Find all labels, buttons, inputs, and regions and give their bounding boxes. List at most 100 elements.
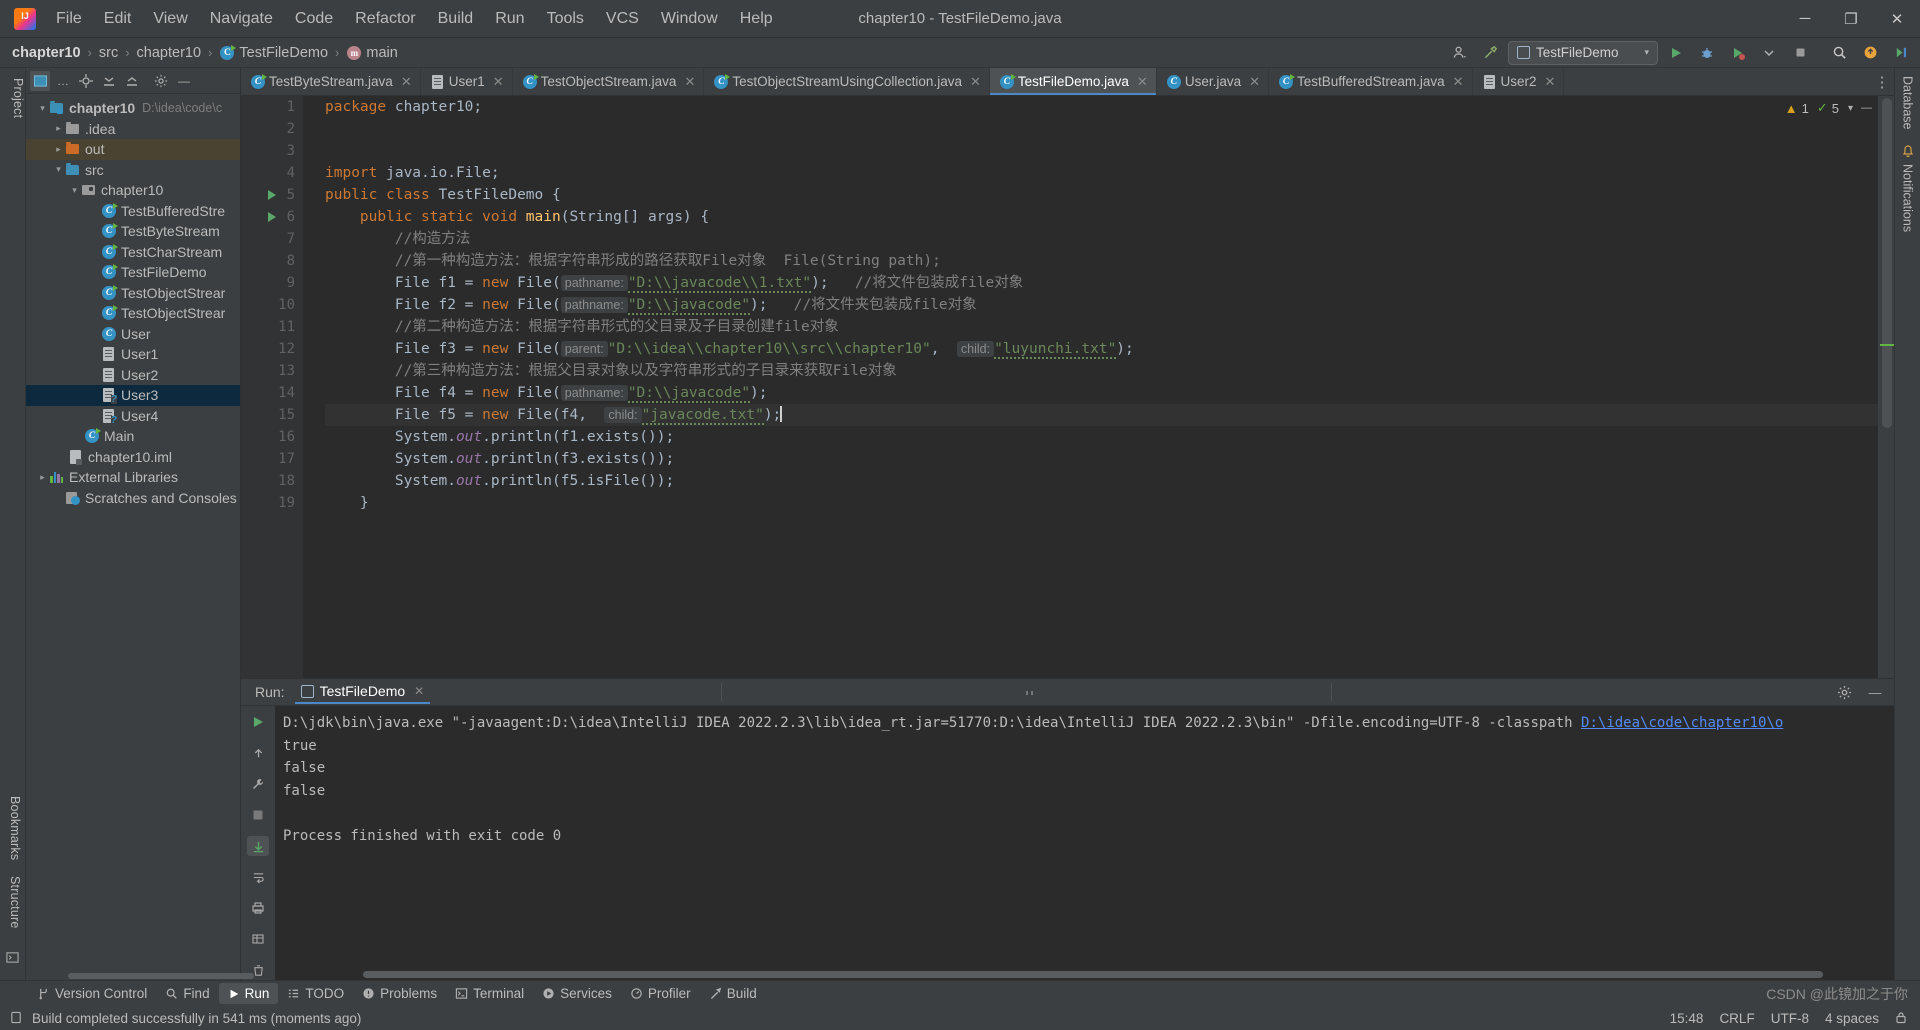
tree-node-out[interactable]: ▸ out bbox=[26, 139, 240, 160]
lock-icon[interactable] bbox=[1895, 1011, 1908, 1025]
menu-refactor[interactable]: Refactor bbox=[345, 6, 425, 32]
tree-node-idea[interactable]: ▸ .idea bbox=[26, 119, 240, 140]
menu-build[interactable]: Build bbox=[428, 6, 484, 32]
menu-vcs[interactable]: VCS bbox=[596, 6, 649, 32]
status-encoding[interactable]: UTF-8 bbox=[1771, 1011, 1809, 1026]
console-horizontal-scrollbar[interactable] bbox=[275, 968, 1894, 980]
breadcrumb-src[interactable]: src bbox=[99, 45, 118, 61]
close-icon[interactable]: ✕ bbox=[493, 74, 504, 90]
collapse-all-icon[interactable] bbox=[122, 71, 142, 91]
code-text-area[interactable]: package chapter10; import java.io.File; … bbox=[303, 96, 1894, 678]
more-options-icon[interactable]: … bbox=[53, 71, 73, 91]
close-icon[interactable]: ✕ bbox=[1453, 74, 1464, 90]
stripe-item-profiler[interactable]: Profiler bbox=[621, 983, 700, 1004]
code-editor[interactable]: 1 2 3 4 5 6 7 8 9 10 11 12 13 14 15 16 1 bbox=[241, 96, 1894, 678]
rail-item-notifications[interactable]: Notifications bbox=[1901, 164, 1915, 232]
close-icon[interactable]: ✕ bbox=[414, 684, 424, 698]
tree-node-testobjectstreamusingcollection[interactable]: C TestObjectStrear bbox=[26, 303, 240, 324]
breadcrumb-chapter10-module[interactable]: chapter10 bbox=[12, 45, 81, 61]
editor-tab-testobjectstream[interactable]: C TestObjectStream.java ✕ bbox=[513, 68, 705, 95]
rerun-icon[interactable] bbox=[247, 712, 269, 732]
tree-node-user1[interactable]: User1 bbox=[26, 344, 240, 365]
notifications-bell-icon[interactable] bbox=[1901, 144, 1915, 158]
run-tab-testfiledemo[interactable]: TestFileDemo ✕ bbox=[294, 681, 431, 704]
close-icon[interactable]: ✕ bbox=[1249, 74, 1260, 90]
editor-tab-user-java[interactable]: C User.java ✕ bbox=[1157, 68, 1270, 95]
menu-file[interactable]: File bbox=[46, 6, 92, 32]
tree-node-testcharstream[interactable]: C TestCharStream bbox=[26, 242, 240, 263]
editor-tab-user1[interactable]: User1 ✕ bbox=[421, 68, 513, 95]
tree-node-chapter10-module[interactable]: ▾ chapter10 D:\idea\code\c bbox=[26, 98, 240, 119]
stop-icon[interactable] bbox=[247, 805, 269, 825]
menu-help[interactable]: Help bbox=[730, 6, 783, 32]
run-gutter-icon[interactable] bbox=[268, 212, 276, 222]
stripe-item-find[interactable]: Find bbox=[156, 983, 218, 1004]
build-hammer-icon[interactable] bbox=[1477, 41, 1503, 65]
chevron-down-icon[interactable]: ▾ bbox=[36, 103, 49, 114]
status-indent[interactable]: 4 spaces bbox=[1825, 1011, 1879, 1026]
editor-gutter[interactable]: 1 2 3 4 5 6 7 8 9 10 11 12 13 14 15 16 1 bbox=[241, 96, 303, 678]
breadcrumb-chapter10-package[interactable]: chapter10 bbox=[137, 45, 202, 61]
more-run-options-chevron-down-icon[interactable] bbox=[1756, 41, 1782, 65]
table-icon[interactable] bbox=[247, 929, 269, 949]
close-icon[interactable]: ✕ bbox=[1137, 74, 1148, 90]
settings-gear-icon[interactable] bbox=[1833, 682, 1855, 702]
hide-icon[interactable]: — bbox=[1861, 102, 1872, 114]
editor-marker-ok[interactable] bbox=[1880, 344, 1894, 346]
updates-icon[interactable] bbox=[1857, 41, 1883, 65]
tree-node-user4[interactable]: User4 bbox=[26, 406, 240, 427]
editor-tab-testbytestream[interactable]: C TestByteStream.java ✕ bbox=[241, 68, 421, 95]
menu-edit[interactable]: Edit bbox=[94, 6, 142, 32]
tree-node-scratches-and-consoles[interactable]: Scratches and Consoles bbox=[26, 488, 240, 509]
chevron-down-icon[interactable]: ▾ bbox=[52, 164, 65, 175]
editor-tab-user2[interactable]: User2 ✕ bbox=[1473, 68, 1565, 95]
tree-node-user3[interactable]: User3 bbox=[26, 385, 240, 406]
close-icon[interactable]: ✕ bbox=[401, 74, 412, 90]
menu-tools[interactable]: Tools bbox=[537, 6, 594, 32]
menu-view[interactable]: View bbox=[143, 6, 197, 32]
terminal-rail-icon[interactable] bbox=[6, 951, 19, 964]
run-button[interactable] bbox=[1663, 41, 1689, 65]
stripe-item-run[interactable]: Run bbox=[218, 983, 279, 1004]
settings-gear-icon[interactable] bbox=[151, 71, 171, 91]
run-configuration-selector[interactable]: TestFileDemo ▾ bbox=[1508, 40, 1658, 65]
wrench-icon[interactable] bbox=[247, 774, 269, 794]
soft-wrap-icon[interactable] bbox=[247, 867, 269, 887]
close-icon[interactable]: ✕ bbox=[970, 74, 981, 90]
search-everywhere-icon[interactable] bbox=[1826, 41, 1852, 65]
editor-scrollbar[interactable] bbox=[1878, 96, 1894, 678]
scroll-to-end-icon[interactable] bbox=[247, 836, 269, 856]
console-classpath-link[interactable]: D:\idea\code\chapter10\o bbox=[1581, 715, 1783, 731]
stripe-item-build[interactable]: Build bbox=[700, 983, 766, 1004]
tree-node-chapter10-iml[interactable]: chapter10.iml bbox=[26, 447, 240, 468]
tree-node-testbufferedstream[interactable]: C TestBufferedStre bbox=[26, 201, 240, 222]
tree-node-user[interactable]: C User bbox=[26, 324, 240, 345]
project-view-selector-icon[interactable] bbox=[30, 70, 50, 91]
stripe-item-terminal[interactable]: Terminal bbox=[446, 983, 533, 1004]
stripe-item-version-control[interactable]: Version Control bbox=[28, 983, 156, 1004]
breadcrumb-main-method[interactable]: m main bbox=[346, 45, 398, 61]
hide-tool-window-icon[interactable]: — bbox=[1864, 682, 1886, 702]
editor-tab-testobjectstreamusingcollection[interactable]: C TestObjectStreamUsingCollection.java ✕ bbox=[704, 68, 990, 95]
project-tree[interactable]: ▾ chapter10 D:\idea\code\c ▸ .idea ▸ out bbox=[26, 94, 240, 971]
rail-item-project[interactable]: Project bbox=[5, 68, 25, 118]
tree-node-src[interactable]: ▾ src bbox=[26, 160, 240, 181]
run-gutter-icon[interactable] bbox=[268, 190, 276, 200]
chevron-right-icon[interactable]: ▸ bbox=[52, 144, 65, 155]
maximize-button[interactable]: ❐ bbox=[1828, 0, 1874, 38]
chevron-down-icon[interactable]: ▾ bbox=[68, 185, 81, 196]
tree-node-external-libraries[interactable]: ▸ External Libraries bbox=[26, 467, 240, 488]
ide-and-project-settings-icon[interactable] bbox=[1888, 41, 1914, 65]
scroll-up-icon[interactable] bbox=[247, 743, 269, 763]
project-tree-horizontal-scrollbar[interactable] bbox=[26, 971, 254, 980]
rail-item-bookmarks[interactable]: Bookmarks bbox=[8, 796, 22, 860]
run-console-output[interactable]: D:\jdk\bin\java.exe "-javaagent:D:\idea\… bbox=[275, 706, 1894, 980]
hide-tool-window-icon[interactable]: — bbox=[174, 71, 194, 91]
chevron-down-icon[interactable]: ▾ bbox=[1848, 103, 1853, 114]
rail-item-database[interactable]: Database bbox=[1901, 68, 1915, 130]
scrollbar-thumb[interactable] bbox=[1882, 98, 1892, 428]
editor-tab-testbufferedstream[interactable]: C TestBufferedStream.java ✕ bbox=[1269, 68, 1473, 95]
drag-grip-handle[interactable] bbox=[1026, 691, 1040, 695]
tree-node-testfiledemo[interactable]: C TestFileDemo bbox=[26, 262, 240, 283]
stop-button[interactable] bbox=[1787, 41, 1813, 65]
